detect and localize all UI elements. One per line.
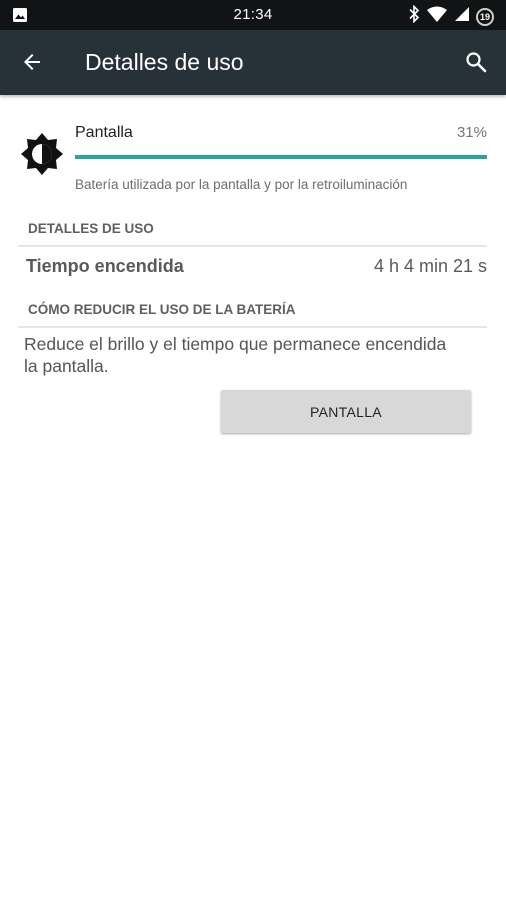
battery-icon: 19 bbox=[476, 7, 494, 26]
page-title: Detalles de uso bbox=[85, 49, 244, 75]
bluetooth-icon bbox=[408, 4, 420, 28]
search-icon[interactable] bbox=[464, 50, 488, 79]
section-header-reduce: CÓMO REDUCIR EL USO DE LA BATERÍA bbox=[18, 302, 487, 328]
brightness-icon bbox=[20, 132, 64, 181]
usage-percent: 31% bbox=[456, 124, 487, 141]
time-on-value: 4 h 4 min 21 s bbox=[373, 256, 487, 276]
status-bar: 21:34 19 bbox=[0, 0, 506, 30]
cell-signal-icon bbox=[454, 6, 470, 27]
usage-item-label: Pantalla bbox=[75, 124, 133, 141]
arrow-back-icon[interactable] bbox=[20, 50, 44, 79]
battery-level: 19 bbox=[479, 11, 490, 22]
usage-progress-bar bbox=[75, 155, 487, 159]
app-bar: Detalles de uso bbox=[0, 30, 506, 95]
tip-text: Reduce el brillo y el tiempo que permane… bbox=[24, 334, 447, 376]
usage-item-pantalla: Pantalla 31% Batería utilizada por la pa… bbox=[0, 110, 506, 205]
detail-row-time-on: Tiempo encendida 4 h 4 min 21 s bbox=[0, 256, 506, 280]
usage-progress-fill bbox=[75, 155, 487, 159]
usage-summary: Batería utilizada por la pantalla y por … bbox=[75, 177, 408, 192]
time-on-label: Tiempo encendida bbox=[26, 256, 184, 276]
display-settings-button[interactable]: PANTALLA bbox=[221, 390, 471, 433]
section-header-details: DETALLES DE USO bbox=[18, 221, 487, 247]
wifi-icon bbox=[426, 6, 448, 27]
